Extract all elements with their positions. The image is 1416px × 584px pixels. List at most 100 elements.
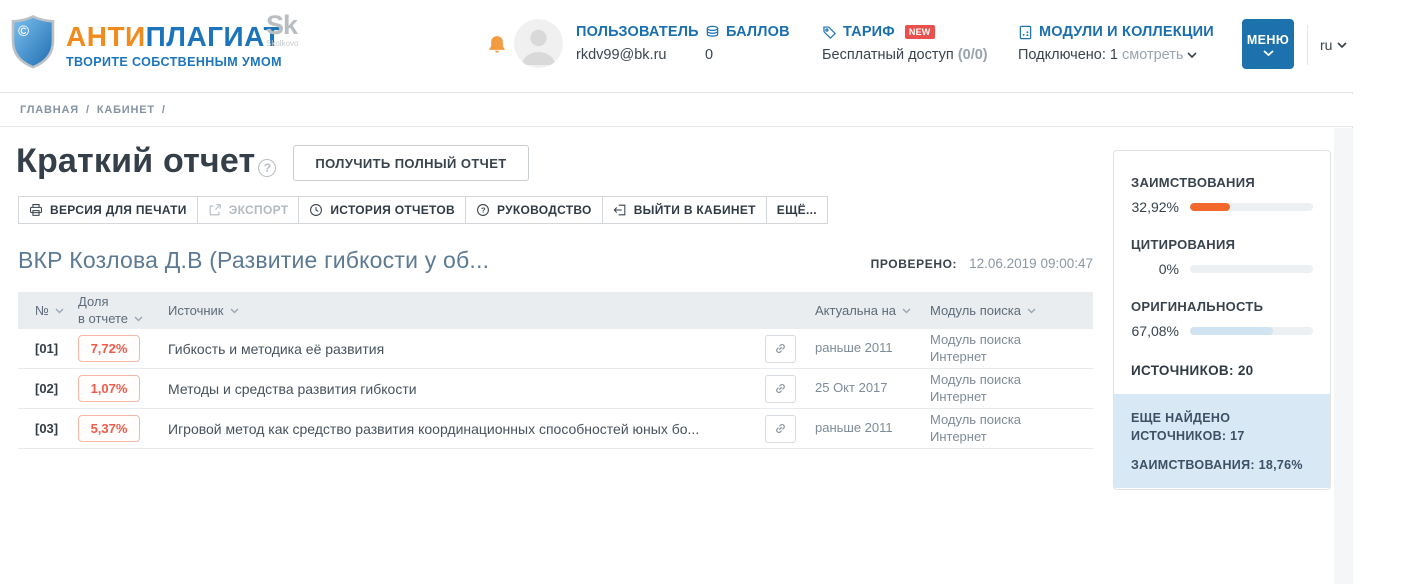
antiplagiat-report-page: © АНТИПЛАГИАТ ТВОРИТЕ СОБСТВЕННЫМ УМОМ S… [0, 0, 1416, 584]
user-email: rkdv99@bk.ru [576, 47, 699, 63]
source-module: Модуль поиска Интернет [930, 412, 1093, 446]
metric-citations: ЦИТИРОВАНИЯ 0% [1131, 237, 1313, 277]
user-avatar[interactable] [514, 19, 563, 68]
metric-value: 0% [1131, 261, 1179, 277]
source-title: Методы и средства развития гибкости [168, 381, 765, 397]
title-row: Краткий отчет ? ПОЛУЧИТЬ ПОЛНЫЙ ОТЧЕТ [16, 141, 529, 181]
metric-borrowings: ЗАИМСТВОВАНИЯ 32,92% [1131, 175, 1313, 215]
source-date: раньше 2011 [815, 340, 930, 357]
modules-label[interactable]: МОДУЛИ И КОЛЛЕКЦИИ [1039, 24, 1214, 40]
sort-chevron-icon[interactable] [55, 308, 64, 314]
help-icon[interactable]: ? [258, 159, 276, 177]
share-badge: 1,07% [78, 375, 140, 402]
table-row: [03] 5,37% Игровой метод как средство ра… [18, 409, 1093, 449]
tariff-tag-icon [822, 25, 837, 40]
page-frame: © АНТИПЛАГИАТ ТВОРИТЕ СОБСТВЕННЫМ УМОМ S… [0, 0, 1353, 584]
modules-view-link[interactable]: смотреть [1122, 47, 1183, 63]
source-title: Игровой метод как средство развития коор… [168, 421, 765, 437]
more-found-line2: ИСТОЧНИКОВ: 17 [1131, 427, 1313, 445]
source-link-button[interactable] [765, 415, 796, 443]
tariff-quota: (0/0) [958, 47, 988, 63]
tariff-block[interactable]: ТАРИФ NEW Бесплатный доступ (0/0) [822, 24, 988, 63]
language-selector[interactable]: ru [1320, 37, 1347, 53]
table-row: [02] 1,07% Методы и средства развития ги… [18, 369, 1093, 409]
source-number: [03] [18, 421, 78, 436]
progress-bar [1190, 203, 1313, 211]
chevron-down-icon[interactable] [1187, 52, 1197, 58]
breadcrumb-cabinet[interactable]: КАБИНЕТ [97, 104, 155, 116]
table-header: № Доля в отчете Источник Актуальна на [18, 292, 1093, 329]
share-badge: 7,72% [78, 335, 140, 362]
scrollbar-track[interactable] [1334, 128, 1353, 584]
source-date: 25 Окт 2017 [815, 380, 930, 397]
clock-icon [309, 203, 323, 217]
brand-name: АНТИПЛАГИАТ [66, 23, 282, 51]
column-num: № [18, 303, 78, 318]
back-to-cabinet-button[interactable]: ВЫЙТИ В КАБИНЕТ [602, 196, 767, 224]
breadcrumb-home[interactable]: ГЛАВНАЯ [20, 104, 79, 116]
print-version-button[interactable]: ВЕРСИЯ ДЛЯ ПЕЧАТИ [18, 196, 198, 224]
sort-chevron-icon[interactable] [230, 308, 239, 314]
sources-table: № Доля в отчете Источник Актуальна на [18, 292, 1093, 449]
tariff-label: ТАРИФ [843, 24, 895, 40]
more-button[interactable]: ЕЩЁ... [766, 196, 828, 224]
table-row: [01] 7,72% Гибкость и методика её развит… [18, 329, 1093, 369]
source-date: раньше 2011 [815, 420, 930, 437]
modules-doc-icon [1018, 25, 1033, 40]
exit-icon [613, 203, 627, 217]
printer-icon [29, 203, 43, 217]
progress-bar [1190, 327, 1313, 335]
column-module: Модуль поиска [930, 303, 1093, 318]
column-share: Доля в отчете [78, 294, 168, 327]
column-source: Источник [168, 303, 765, 318]
guide-button[interactable]: ? РУКОВОДСТВО [465, 196, 603, 224]
sort-chevron-icon[interactable] [134, 316, 143, 322]
source-title: Гибкость и методика её развития [168, 341, 765, 357]
points-block[interactable]: БАЛЛОВ 0 [705, 24, 790, 63]
checked-timestamp: 12.06.2019 09:00:47 [969, 256, 1093, 271]
metric-value: 32,92% [1131, 199, 1179, 215]
breadcrumb-separator: / [162, 104, 166, 116]
source-number: [01] [18, 341, 78, 356]
question-circle-icon: ? [476, 203, 490, 217]
top-header: © АНТИПЛАГИАТ ТВОРИТЕ СОБСТВЕННЫМ УМОМ S… [0, 0, 1353, 93]
export-button[interactable]: ЭКСПОРТ [197, 196, 300, 224]
more-found-borrowings: ЗАИМСТВОВАНИЯ: 18,76% [1131, 458, 1313, 472]
sort-chevron-icon[interactable] [902, 308, 911, 314]
sources-count: ИСТОЧНИКОВ: 20 [1114, 361, 1330, 378]
source-link-button[interactable] [765, 375, 796, 403]
notifications-bell-icon[interactable] [487, 33, 507, 56]
menu-button[interactable]: МЕНЮ [1242, 19, 1294, 69]
checked-label: ПРОВЕРЕНО: [871, 257, 957, 271]
antiplagiat-logo[interactable]: © АНТИПЛАГИАТ ТВОРИТЕ СОБСТВЕННЫМ УМОМ [10, 14, 282, 71]
user-menu[interactable]: ПОЛЬЗОВАТЕЛЬ rkdv99@bk.ru [576, 24, 699, 63]
tariff-value: Бесплатный доступ (0/0) [822, 47, 988, 63]
metric-originality: ОРИГИНАЛЬНОСТЬ 67,08% [1131, 299, 1313, 339]
source-module: Модуль поиска Интернет [930, 372, 1093, 406]
breadcrumb-separator: / [86, 104, 90, 116]
breadcrumb: ГЛАВНАЯ / КАБИНЕТ / [20, 104, 166, 116]
report-history-button[interactable]: ИСТОРИЯ ОТЧЕТОВ [298, 196, 466, 224]
source-link-button[interactable] [765, 335, 796, 363]
share-badge: 5,37% [78, 415, 140, 442]
sort-chevron-icon[interactable] [1027, 308, 1036, 314]
modules-connected: Подключено: 1 [1018, 47, 1118, 63]
document-title: ВКР Козлова Д.В (Развитие гибкости у об.… [18, 247, 489, 274]
user-label: ПОЛЬЗОВАТЕЛЬ [576, 24, 699, 40]
new-badge: NEW [905, 25, 935, 39]
get-full-report-button[interactable]: ПОЛУЧИТЬ ПОЛНЫЙ ОТЧЕТ [293, 145, 528, 181]
export-icon [208, 203, 222, 217]
checked-info: ПРОВЕРЕНО: 12.06.2019 09:00:47 [871, 256, 1093, 274]
report-toolbar: ВЕРСИЯ ДЛЯ ПЕЧАТИ ЭКСПОРТ ИСТОРИЯ ОТЧЕТО… [18, 196, 828, 224]
chevron-down-icon [1337, 42, 1347, 48]
points-db-icon [705, 25, 720, 40]
points-value: 0 [705, 47, 790, 63]
brand-tagline: ТВОРИТЕ СОБСТВЕННЫМ УМОМ [66, 55, 282, 69]
source-number: [02] [18, 381, 78, 396]
points-label: БАЛЛОВ [726, 24, 790, 40]
svg-text:©: © [18, 23, 29, 40]
header-divider [1307, 25, 1308, 65]
more-found-line1: ЕЩЕ НАЙДЕНО [1131, 409, 1313, 427]
progress-bar [1190, 265, 1313, 273]
metric-value: 67,08% [1131, 323, 1179, 339]
